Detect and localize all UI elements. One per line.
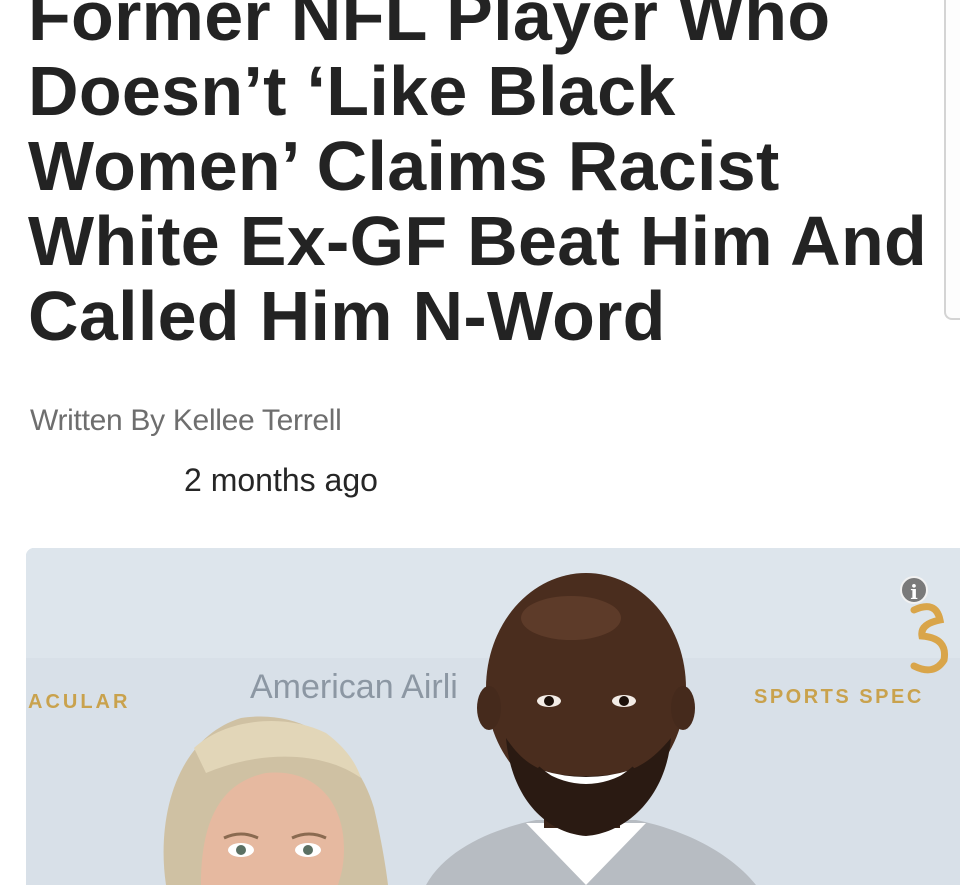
- author-byline: Written By Kellee Terrell: [30, 404, 342, 437]
- backdrop-text-left: ACULAR: [28, 691, 130, 713]
- publish-timestamp: 2 months ago: [184, 462, 378, 498]
- backdrop-text-center: American Airli: [250, 668, 458, 706]
- scrollbar[interactable]: [944, 0, 960, 320]
- info-icon[interactable]: i: [900, 576, 928, 604]
- photo-illustration: ACULAR American Airli SPORTS SPEC: [26, 548, 960, 885]
- article-headline: Former NFL Player Who Doesn’t ‘Like Blac…: [28, 0, 928, 355]
- article-page: Former NFL Player Who Doesn’t ‘Like Blac…: [0, 0, 960, 885]
- backdrop-text-right: SPORTS SPEC: [754, 686, 924, 708]
- article-photo[interactable]: ACULAR American Airli SPORTS SPEC i: [26, 548, 960, 885]
